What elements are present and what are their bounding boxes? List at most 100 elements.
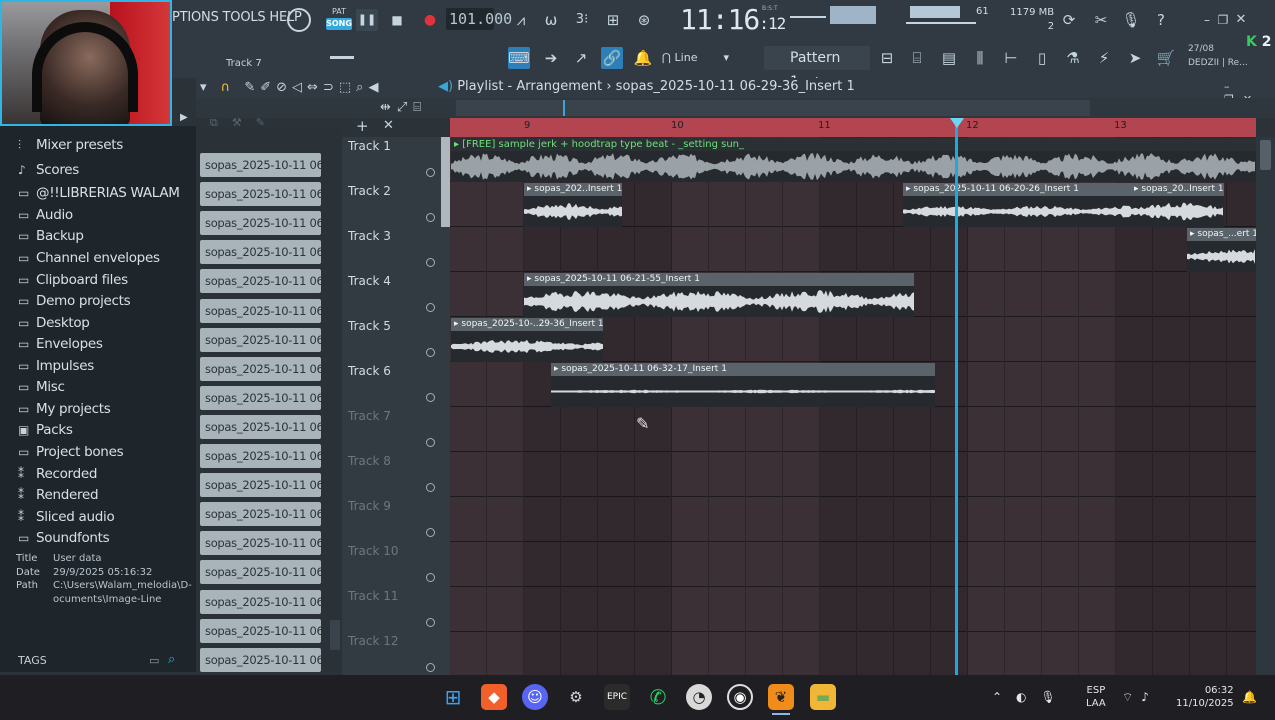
track-enable-button[interactable] [426,213,435,222]
track-name[interactable]: Track 7 [348,409,391,423]
scroll-thumb[interactable] [1260,140,1271,170]
audio-clip-track5[interactable]: ▸ sopas_2025-10-..29-36_Insert 1 [451,318,603,362]
network-volume-icons[interactable]: ⌔♪ [1122,690,1157,705]
arrow-right-icon[interactable]: ➔ [540,47,562,69]
browser-item-clipboard-files[interactable]: ▭ Clipboard files [18,272,128,288]
mute-tool-icon[interactable]: ◁ [292,80,307,95]
shop-icon[interactable]: 🛒 [1155,47,1177,69]
track-enable-button[interactable] [426,303,435,312]
pattern-selector[interactable]: Pattern 1+ [764,46,870,90]
close-list-icon[interactable]: ✕ [383,118,394,133]
browser-item-backup[interactable]: ▭ Backup [18,228,84,244]
playhead-line[interactable] [955,118,958,675]
language-indicator[interactable]: ESP LAA [1086,684,1106,710]
track-name[interactable]: Track 1 [348,139,391,153]
main-menu[interactable]: PTIONS TOOLS HELP [172,10,302,25]
pat-song-toggle[interactable]: PAT SONG [326,6,352,34]
playlist-title[interactable]: ◀) Playlist - Arrangement › sopas_2025-1… [438,79,855,94]
browser-item-my-projects[interactable]: ▭ My projects [18,401,111,417]
browser-item-soundfonts[interactable]: ▭ Soundfonts [18,530,110,546]
clip-list-scrollbar[interactable] [330,620,340,650]
record-button[interactable]: ● [419,9,441,31]
master-volume-knob[interactable] [287,8,311,32]
fl-studio-icon[interactable]: ❦ [768,684,794,710]
tuner-icon[interactable]: ⚡ [1093,47,1115,69]
browser-item-rendered[interactable]: ⁑ Rendered [18,487,99,503]
playlist-tools[interactable]: ▾ ∩ ✎✐⊘◁⇔⊃⬚⌕◀ [200,80,383,95]
clip-list-item[interactable]: sopas_2025-10-11 06-2... [200,414,321,439]
track-name[interactable]: Track 9 [348,499,391,513]
track-name[interactable]: Track 2 [348,184,391,198]
clip-list-item[interactable]: sopas_2025-10-11 06-2... [200,385,321,410]
audio-clip-track2c[interactable]: ▸ sopas_20..Insert 1 [1131,183,1224,227]
slice-tool-icon[interactable]: ⊃ [323,80,339,95]
browser-item-channel-envelopes[interactable]: ▭ Channel envelopes [18,250,160,266]
timeline-ruler[interactable] [450,118,1256,137]
playhead-marker[interactable] [950,118,964,128]
track-name[interactable]: Track 5 [348,319,391,333]
track-name[interactable]: Track 10 [348,544,398,558]
browser-item-sliced-audio[interactable]: ⁑ Sliced audio [18,509,115,525]
track-name[interactable]: Track 11 [348,589,398,603]
piano-roll-icon[interactable]: ⌸ [906,47,928,69]
cut-tool-icon[interactable]: ✂ [1090,9,1112,31]
overview-tools[interactable]: ⇹⤢⌸ [380,100,427,115]
news-panel[interactable]: 27/08 DEDZII | Re... [1188,42,1248,70]
mixer-icon[interactable]: ⫼ [969,47,991,69]
track-enable-button[interactable] [426,348,435,357]
windows-start-icon[interactable]: ⊞ [440,684,466,710]
track-enable-button[interactable] [426,168,435,177]
discord-icon[interactable]: ☺ [522,684,548,710]
close-icon[interactable]: ✕ [1230,9,1252,31]
tempo-display[interactable]: 101.000 [446,8,512,30]
loop-record-icon[interactable]: ⊛ [633,9,655,31]
whatsapp-icon[interactable]: ✆ [645,684,671,710]
clip-list-item[interactable]: sopas_2025-10-11 06-2... [200,298,321,323]
select-tool-icon[interactable]: ⬚ [339,80,356,95]
clip-list-item[interactable]: sopas_2025-10-11 06-2... [200,269,321,294]
track-name[interactable]: Track 6 [348,364,391,378]
track-enable-button[interactable] [426,483,435,492]
link-icon[interactable]: 🔗 [601,47,623,69]
draw-tool-icon[interactable]: ✎ [244,80,260,95]
clip-list-item[interactable]: sopas_2025-10-11 06-2... [200,182,321,207]
track-enable-button[interactable] [426,663,435,672]
steam-icon[interactable]: ⚙ [563,684,589,710]
browser-item-recorded[interactable]: ⁑ Recorded [18,466,97,482]
search-icon[interactable]: ⌕ [168,652,175,667]
audio-clip-track6[interactable]: ▸ sopas_2025-10-11 06-32-17_Insert 1 [551,363,935,407]
track-enable-button[interactable] [426,258,435,267]
track-enable-button[interactable] [426,393,435,402]
clip-list-item[interactable]: sopas_2025-10-11 06-2... [200,473,321,498]
clip-list-item[interactable]: sopas_2025-10-11 06-2... [200,153,321,177]
clip-list-item[interactable]: sopas_2025-10-11 06-3... [200,531,321,556]
add-icon[interactable]: + [356,117,369,135]
clip-list-item[interactable]: sopas_2025-10-11 06-3... [200,589,321,614]
browser-item-impulses[interactable]: ▭ Impulses [18,358,94,374]
track-enable-button[interactable] [426,618,435,627]
clip-list-item[interactable]: sopas_2025-10-11 06-2... [200,211,321,236]
audio-clip-track3[interactable]: ▸ sopas_...ert 1 [1187,228,1256,272]
file-icon[interactable]: ▯ [1031,47,1053,69]
playlist-vertical-scrollbar[interactable] [1256,137,1275,675]
audio-clip-track2a[interactable]: ▸ sopas_202..Insert 1 [524,183,622,227]
dropdown-arrow-icon[interactable]: ▾ [200,80,212,95]
paint-tool-icon[interactable]: ✐ [260,80,276,95]
browser-item-misc[interactable]: ▭ Misc [18,379,65,395]
file-explorer-icon[interactable]: ▬ [810,684,836,710]
zoom-tool-icon[interactable]: ⌕ [356,80,368,95]
slip-tool-icon[interactable]: ⇔ [307,80,323,95]
stop-button[interactable]: ■ [386,9,408,31]
magnet-icon[interactable]: ∩ [221,80,236,95]
send-icon[interactable]: ➤ [1124,47,1146,69]
track-name[interactable]: Track 4 [348,274,391,288]
metronome-icon[interactable]: ⩘ [510,9,532,31]
plugin-icon[interactable]: ⚗ [1062,47,1084,69]
playback-tool-icon[interactable]: ◀ [368,80,383,95]
browser-item-demo-projects[interactable]: ▭ Demo projects [18,293,131,309]
epic-games-icon[interactable]: EPIC [604,684,630,710]
audio-clip-track2b[interactable]: ▸ sopas_2025-10-11 06-20-26_Insert 1 [903,183,1131,227]
browser-item-project-bones[interactable]: ▭ Project bones [18,444,124,460]
play-pause-button[interactable]: ❚❚ [356,9,378,31]
browser-item-packs[interactable]: ▣ Packs [18,422,73,438]
